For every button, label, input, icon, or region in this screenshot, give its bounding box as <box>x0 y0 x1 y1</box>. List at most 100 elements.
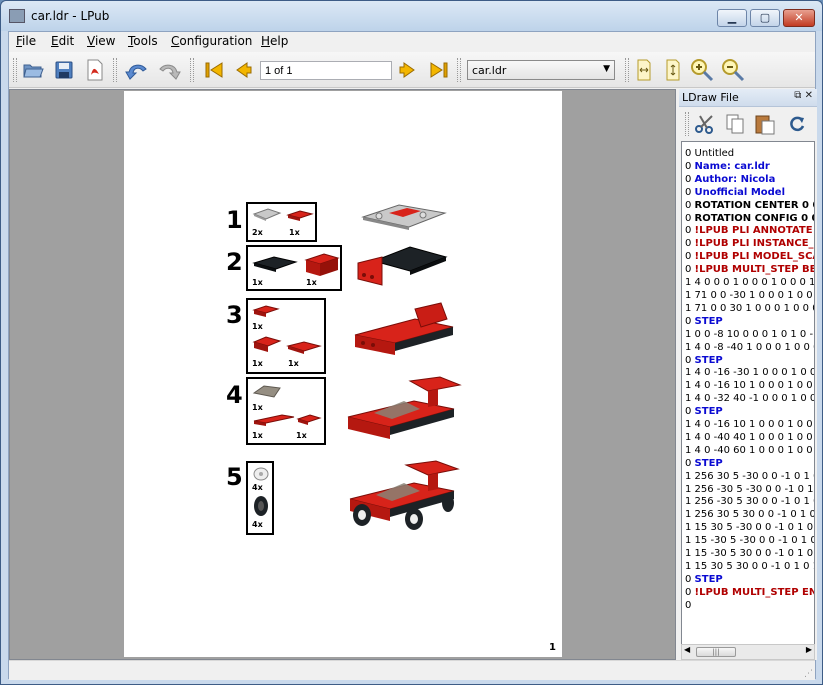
code-line[interactable]: 0 ROTATION CONFIG 0 0 <box>685 213 814 226</box>
part-quantity: 4x <box>252 520 263 529</box>
toolbar-grip[interactable] <box>13 58 17 82</box>
code-line[interactable]: 1 256 30 5 30 0 0 -1 0 1 0 1 0 <box>685 509 814 522</box>
dock-title: LDraw File <box>682 91 739 104</box>
menu-file[interactable]: File <box>16 34 36 48</box>
code-line[interactable]: 0 ROTATION CENTER 0 0 0 <box>685 200 814 213</box>
code-line[interactable]: 1 4 0 -8 -40 1 0 0 0 1 0 0 0 1 <box>685 342 814 355</box>
code-line[interactable]: 1 4 0 0 0 1 0 0 0 1 0 0 0 1 3 <box>685 277 814 290</box>
code-line[interactable]: 0 !LPUB PLI INSTANCE_C <box>685 238 814 251</box>
toolbar-grip[interactable] <box>113 58 117 82</box>
next-page-icon[interactable] <box>396 58 420 82</box>
client-area: File Edit View Tools Configuration Help <box>8 31 817 680</box>
code-line[interactable]: 1 256 -30 5 30 0 0 -1 0 1 0 1 <box>685 496 814 509</box>
code-line[interactable]: 0 Name: car.ldr <box>685 161 814 174</box>
resize-grip-icon[interactable]: ⋰ <box>804 669 813 679</box>
code-line-prefix: 0 <box>685 586 695 598</box>
previous-page-icon[interactable] <box>231 58 255 82</box>
code-line[interactable]: 1 256 -30 5 -30 0 0 -1 0 1 0 1 <box>685 484 814 497</box>
code-line-text: !LPUB PLI MODEL_SCA <box>694 251 815 263</box>
float-icon[interactable]: ⧉ <box>794 90 801 101</box>
first-page-icon[interactable] <box>202 58 226 82</box>
code-line-text: 1 4 0 -40 60 1 0 0 0 1 0 0 0 1 <box>685 444 814 456</box>
code-line[interactable]: 1 256 30 5 -30 0 0 -1 0 1 0 1 <box>685 471 814 484</box>
toolbar-grip[interactable] <box>625 58 629 82</box>
part-quantity: 1x <box>306 278 317 287</box>
menu-help[interactable]: Help <box>261 34 288 48</box>
part-quantity: 1x <box>288 359 299 368</box>
code-line-text: 1 4 0 -32 40 -1 0 0 0 1 0 0 0 <box>685 393 815 405</box>
open-folder-icon[interactable] <box>21 58 45 82</box>
code-line[interactable]: 0 STEP <box>685 355 814 368</box>
code-line-text: Unofficial Model <box>694 186 786 198</box>
minimize-button[interactable]: ▁ <box>717 9 747 27</box>
toolbar-grip[interactable] <box>190 58 194 82</box>
ldraw-code-editor[interactable]: 0 Untitled 0 Name: car.ldr 0 Author: Nicol… <box>681 141 815 645</box>
save-disk-icon[interactable] <box>52 58 76 82</box>
code-line-text: ROTATION CONFIG 0 0 <box>694 212 815 224</box>
code-line[interactable]: 1 4 0 -16 -30 1 0 0 0 1 0 0 0 <box>685 367 814 380</box>
redo-icon[interactable] <box>157 58 181 82</box>
code-line-text: 1 4 0 -8 -40 1 0 0 0 1 0 0 0 1 <box>685 341 815 353</box>
code-line[interactable]: 0 Author: Nicola <box>685 174 814 187</box>
part-quantity: 1x <box>252 359 263 368</box>
paste-icon[interactable] <box>753 112 777 136</box>
fit-width-icon[interactable] <box>632 58 656 82</box>
menu-bar: File Edit View Tools Configuration Help <box>9 32 815 52</box>
horizontal-scrollbar[interactable]: ◀ ||| ▶ <box>681 644 815 660</box>
code-line[interactable]: 1 4 0 -16 10 1 0 0 0 1 0 0 0 1 <box>685 419 814 432</box>
code-line[interactable]: 0 STEP <box>685 458 814 471</box>
toolbar-grip[interactable] <box>685 112 689 136</box>
code-line[interactable]: 1 15 -30 5 -30 0 0 -1 0 1 0 -1 <box>685 535 814 548</box>
title-bar[interactable]: car.ldr - LPub ▁ ▢ ✕ <box>1 1 822 31</box>
code-line[interactable]: 1 15 30 5 -30 0 0 -1 0 1 0 1 0 <box>685 522 814 535</box>
code-line[interactable]: 0 STEP <box>685 574 814 587</box>
zoom-out-icon[interactable] <box>721 58 745 82</box>
part-image <box>296 413 322 427</box>
dock-close-icon[interactable]: ✕ <box>805 90 813 101</box>
code-line[interactable]: 0 Untitled <box>685 148 814 161</box>
fit-page-icon[interactable] <box>661 58 685 82</box>
code-line[interactable]: 1 4 0 -40 40 1 0 0 0 1 0 0 0 1 <box>685 432 814 445</box>
code-line[interactable]: 1 4 0 -32 40 -1 0 0 0 1 0 0 0 <box>685 393 814 406</box>
undo-icon[interactable] <box>125 58 149 82</box>
code-line[interactable]: 1 4 0 -40 60 1 0 0 0 1 0 0 0 1 <box>685 445 814 458</box>
close-button[interactable]: ✕ <box>783 9 815 27</box>
scroll-left-icon[interactable]: ◀ <box>684 645 690 654</box>
toolbar-grip[interactable] <box>457 58 461 82</box>
code-line[interactable]: 0 !LPUB PLI MODEL_SCA <box>685 251 814 264</box>
code-line-prefix: 0 <box>685 354 695 366</box>
page-view[interactable]: 1 2x 1x 2 1x 1x 3 1x 1x 1x 4 1x 1x 1x 5 … <box>9 89 676 660</box>
maximize-button[interactable]: ▢ <box>750 9 780 27</box>
part-quantity: 1x <box>252 322 263 331</box>
scrollbar-thumb[interactable]: ||| <box>696 647 736 657</box>
menu-configuration[interactable]: Configuration <box>171 34 252 48</box>
dock-title-bar[interactable]: LDraw File ⧉ ✕ <box>679 89 817 107</box>
scroll-right-icon[interactable]: ▶ <box>806 645 812 654</box>
part-quantity: 1x <box>296 431 307 440</box>
pdf-export-icon[interactable] <box>83 58 107 82</box>
code-line[interactable]: 1 71 0 0 -30 1 0 0 0 1 0 0 0 <box>685 290 814 303</box>
code-line[interactable]: 1 4 0 -16 10 1 0 0 0 1 0 0 0 1 <box>685 380 814 393</box>
code-line[interactable]: 0 <box>685 600 814 613</box>
zoom-in-icon[interactable] <box>690 58 714 82</box>
code-line[interactable]: 1 15 -30 5 30 0 0 -1 0 1 0 -1 0 <box>685 548 814 561</box>
submodel-combo[interactable]: car.ldr ▼ <box>467 60 615 80</box>
page-number-field[interactable] <box>260 61 392 80</box>
code-line[interactable]: 1 71 0 0 30 1 0 0 0 1 0 0 0 1 <box>685 303 814 316</box>
menu-edit[interactable]: Edit <box>51 34 74 48</box>
code-line[interactable]: 0 STEP <box>685 316 814 329</box>
code-line[interactable]: 0 !LPUB MULTI_STEP EN <box>685 587 814 600</box>
last-page-icon[interactable] <box>427 58 451 82</box>
code-line[interactable]: 0 Unofficial Model <box>685 187 814 200</box>
code-line[interactable]: 1 0 0 -8 10 0 0 0 1 0 1 0 -1 0 <box>685 329 814 342</box>
code-line[interactable]: 1 15 30 5 30 0 0 -1 0 1 0 1 0 1 <box>685 561 814 574</box>
code-line[interactable]: 0 !LPUB MULTI_STEP BE <box>685 264 814 277</box>
menu-tools[interactable]: Tools <box>128 34 158 48</box>
code-line[interactable]: 0 STEP <box>685 406 814 419</box>
copy-icon[interactable] <box>723 112 747 136</box>
refresh-icon[interactable] <box>785 112 809 136</box>
menu-view[interactable]: View <box>87 34 115 48</box>
cut-icon[interactable] <box>693 112 717 136</box>
code-line[interactable]: 0 !LPUB PLI ANNOTATE F <box>685 225 814 238</box>
code-line-text: 1 71 0 0 -30 1 0 0 0 1 0 0 0 <box>685 289 815 301</box>
